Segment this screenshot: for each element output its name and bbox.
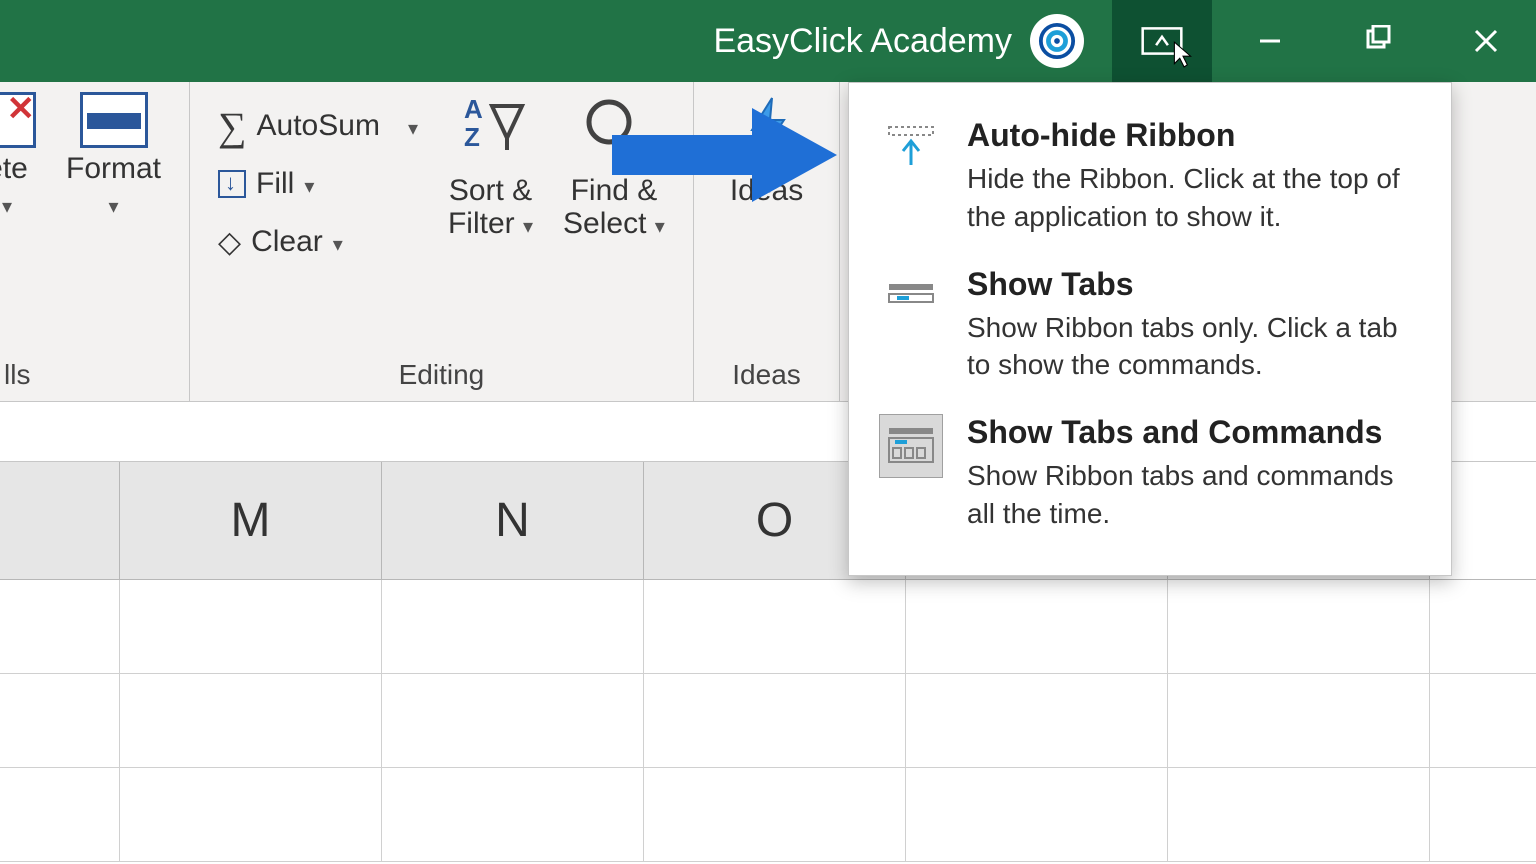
fill-label: Fill: [256, 167, 294, 201]
account-name: EasyClick Academy: [713, 22, 1012, 61]
ribbon-display-options-menu: Auto-hide Ribbon Hide the Ribbon. Click …: [848, 82, 1452, 576]
delete-label: ete: [0, 152, 28, 186]
menu-item-desc: Hide the Ribbon. Click at the top of the…: [967, 160, 1421, 236]
menu-item-title: Show Tabs and Commands: [967, 414, 1421, 451]
menu-item-title: Auto-hide Ribbon: [967, 117, 1421, 154]
minimize-button[interactable]: [1220, 0, 1320, 82]
fill-button[interactable]: Fill ▾: [218, 156, 418, 212]
fill-down-icon: [218, 170, 246, 198]
delete-button[interactable]: ete ▾: [0, 92, 36, 219]
chevron-down-icon: ▾: [408, 116, 418, 141]
menu-item-show-tabs-commands[interactable]: Show Tabs and Commands Show Ribbon tabs …: [849, 400, 1451, 549]
account-avatar[interactable]: [1030, 14, 1084, 68]
chevron-down-icon: ▾: [2, 194, 12, 219]
menu-item-show-tabs[interactable]: Show Tabs Show Ribbon tabs only. Click a…: [849, 252, 1451, 401]
titlebar: EasyClick Academy: [0, 0, 1536, 82]
chevron-down-icon: ▾: [304, 174, 314, 199]
chevron-down-icon: ▾: [333, 232, 343, 257]
sigma-icon: ∑: [218, 103, 247, 150]
ribbon-group-cells: ete ▾ Format ▾ lls: [0, 82, 190, 401]
svg-text:A: A: [464, 94, 483, 124]
menu-item-desc: Show Ribbon tabs and commands all the ti…: [967, 457, 1421, 533]
group-label-editing: Editing: [218, 359, 665, 395]
grid-row[interactable]: [0, 768, 1536, 862]
group-label-ideas: Ideas: [730, 359, 803, 395]
clear-label: Clear: [251, 225, 323, 259]
format-icon: [80, 92, 148, 148]
menu-item-desc: Show Ribbon tabs only. Click a tab to sh…: [967, 309, 1421, 385]
svg-text:Z: Z: [464, 122, 480, 152]
column-header-M[interactable]: M: [120, 462, 382, 579]
maximize-button[interactable]: [1328, 0, 1428, 82]
grid-row[interactable]: [0, 580, 1536, 674]
menu-item-auto-hide-ribbon[interactable]: Auto-hide Ribbon Hide the Ribbon. Click …: [849, 103, 1451, 252]
sort-filter-label: Sort &Filter ▾: [448, 174, 533, 240]
autosum-button[interactable]: ∑ AutoSum ▾: [218, 98, 418, 154]
sort-filter-button[interactable]: A Z Sort &Filter ▾: [448, 92, 533, 270]
delete-icon: [0, 92, 36, 148]
eraser-icon: ◇: [218, 225, 241, 260]
column-header-L[interactable]: [0, 462, 120, 579]
group-label-cells: lls: [0, 359, 161, 395]
grid-row[interactable]: [0, 674, 1536, 768]
annotation-arrow: [612, 100, 842, 215]
chevron-down-icon: ▾: [108, 194, 118, 219]
autosum-label: AutoSum: [257, 109, 380, 143]
auto-hide-ribbon-icon: [879, 117, 943, 181]
clear-button[interactable]: ◇ Clear ▾: [218, 214, 418, 270]
menu-item-title: Show Tabs: [967, 266, 1421, 303]
cursor-icon: [1172, 40, 1194, 73]
sort-filter-icon: A Z: [456, 92, 526, 170]
format-button[interactable]: Format ▾: [66, 92, 161, 219]
ribbon-display-options-button[interactable]: [1112, 0, 1212, 82]
close-button[interactable]: [1436, 0, 1536, 82]
column-header-N[interactable]: N: [382, 462, 644, 579]
show-tabs-commands-icon: [879, 414, 943, 478]
show-tabs-icon: [879, 266, 943, 330]
format-label: Format: [66, 152, 161, 186]
